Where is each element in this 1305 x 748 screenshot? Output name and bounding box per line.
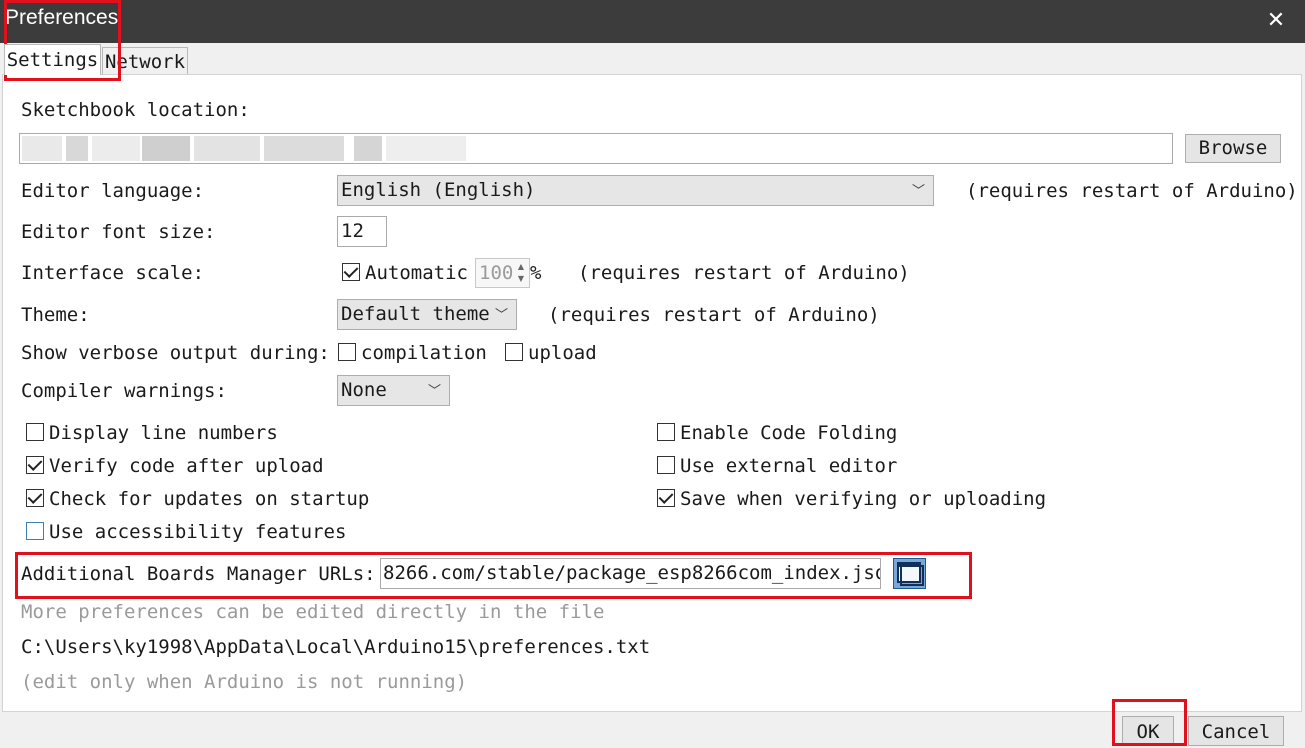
redacted-block: [354, 136, 382, 161]
editor-language-select[interactable]: English (English) ﹀: [337, 175, 934, 206]
check-updates-label: Check for updates on startup: [49, 488, 370, 510]
automatic-scale-checkbox[interactable]: [342, 263, 360, 281]
compiler-warnings-select[interactable]: None ﹀: [337, 375, 450, 406]
cancel-button[interactable]: Cancel: [1188, 716, 1284, 746]
redacted-block: [66, 136, 88, 161]
redacted-block: [386, 136, 466, 161]
boards-urls-value: 8266.com/stable/package_esp8266com_index…: [383, 562, 881, 584]
theme-select[interactable]: Default theme ﹀: [337, 299, 517, 330]
save-when-verifying-checkbox[interactable]: [657, 489, 675, 507]
window-title: Preferences: [5, 6, 119, 29]
sketchbook-location-label: Sketchbook location:: [21, 99, 250, 121]
font-size-value: 12: [341, 220, 364, 242]
percent-symbol: %: [530, 262, 542, 284]
theme-value: Default theme: [341, 303, 490, 325]
verbose-compilation-label: compilation: [361, 342, 487, 364]
tab-settings[interactable]: Settings: [4, 44, 101, 75]
sketchbook-location-input[interactable]: [19, 133, 1173, 164]
browse-button[interactable]: Browse: [1185, 134, 1281, 163]
compiler-warnings-label: Compiler warnings:: [21, 380, 227, 402]
chevron-down-icon: ﹀: [494, 308, 508, 323]
scale-restart-note: (requires restart of Arduino): [578, 262, 910, 284]
boards-urls-input[interactable]: 8266.com/stable/package_esp8266com_index…: [380, 558, 881, 589]
compiler-warnings-value: None: [341, 379, 387, 401]
theme-restart-note: (requires restart of Arduino): [548, 304, 880, 326]
spinner-down-icon[interactable]: ▼: [515, 273, 527, 285]
scale-spinner[interactable]: 100 ▲ ▼: [475, 258, 530, 288]
language-restart-note: (requires restart of Arduino): [966, 180, 1298, 202]
redacted-block: [142, 136, 190, 161]
ok-button[interactable]: OK: [1122, 716, 1174, 746]
font-size-label: Editor font size:: [21, 221, 216, 243]
spinner-up-icon[interactable]: ▲: [515, 261, 527, 273]
accessibility-features-label: Use accessibility features: [49, 521, 347, 543]
accessibility-features-checkbox[interactable]: [26, 522, 44, 540]
verbose-upload-label: upload: [528, 342, 597, 364]
external-editor-checkbox[interactable]: [657, 456, 675, 474]
code-folding-checkbox[interactable]: [657, 423, 675, 441]
open-urls-editor-button[interactable]: [893, 558, 926, 589]
check-updates-checkbox[interactable]: [26, 489, 44, 507]
redacted-block: [264, 136, 344, 161]
verify-after-upload-label: Verify code after upload: [49, 455, 324, 477]
redacted-block: [194, 136, 260, 161]
redacted-block: [22, 136, 62, 161]
boards-urls-label: Additional Boards Manager URLs:: [21, 563, 376, 585]
verbose-output-label: Show verbose output during:: [21, 342, 330, 364]
more-preferences-note: More preferences can be edited directly …: [21, 601, 605, 623]
verbose-upload-checkbox[interactable]: [505, 343, 523, 361]
window-icon: [897, 562, 924, 586]
tab-network[interactable]: Network: [102, 47, 188, 75]
theme-label: Theme:: [21, 304, 90, 326]
chevron-down-icon: ﹀: [427, 384, 441, 399]
code-folding-label: Enable Code Folding: [680, 422, 898, 444]
editor-language-label: Editor language:: [21, 180, 205, 202]
editor-language-value: English (English): [341, 179, 536, 201]
automatic-scale-label: Automatic: [365, 262, 468, 284]
close-icon[interactable]: ✕: [1265, 7, 1287, 35]
preferences-file-path: C:\Users\ky1998\AppData\Local\Arduino15\…: [21, 636, 651, 658]
font-size-input[interactable]: 12: [337, 216, 387, 247]
edit-when-closed-note: (edit only when Arduino is not running): [21, 671, 468, 693]
display-line-numbers-label: Display line numbers: [49, 422, 278, 444]
interface-scale-label: Interface scale:: [21, 262, 205, 284]
title-bar: [0, 0, 1305, 43]
chevron-down-icon: ﹀: [911, 184, 925, 199]
redacted-block: [92, 136, 140, 161]
external-editor-label: Use external editor: [680, 455, 898, 477]
save-when-verifying-label: Save when verifying or uploading: [680, 488, 1047, 510]
verbose-compilation-checkbox[interactable]: [338, 343, 356, 361]
display-line-numbers-checkbox[interactable]: [26, 423, 44, 441]
verify-after-upload-checkbox[interactable]: [26, 456, 44, 474]
scale-value: 100: [479, 262, 514, 284]
